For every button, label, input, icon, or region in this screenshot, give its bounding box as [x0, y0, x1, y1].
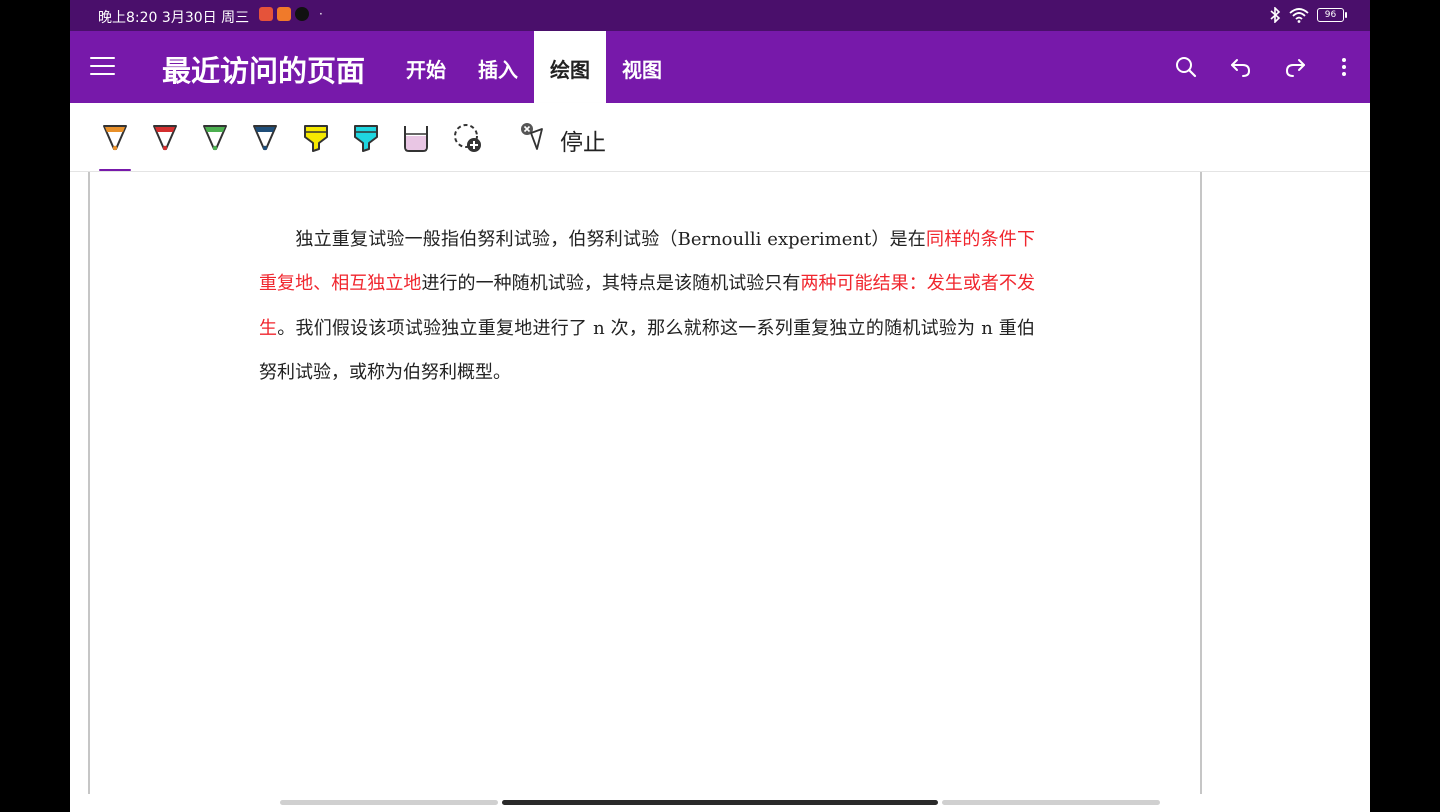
highlighter-cyan-icon[interactable]: [351, 121, 381, 155]
search-icon[interactable]: [1174, 55, 1198, 79]
status-right: 96: [1269, 7, 1347, 23]
text-segment: 进行的一种随机试验，其特点是该随机试验只有: [421, 273, 801, 295]
bluetooth-icon: [1270, 7, 1281, 23]
text-segment: 独立重复试验一般指伯努利试验，伯努利试验（Bernoulli experimen…: [295, 229, 926, 250]
notification-app-icon: [277, 7, 291, 21]
status-bar: 晚上8:20 3月30日 周三 · 96: [70, 0, 1370, 31]
more-icon[interactable]: [1332, 55, 1356, 79]
tab-start[interactable]: 开始: [396, 31, 456, 103]
draw-toolbar: 停止: [70, 103, 1370, 172]
tab-draw[interactable]: 绘图: [534, 31, 606, 103]
note-paragraph[interactable]: 独立重复试验一般指伯努利试验，伯努利试验（Bernoulli experimen…: [259, 218, 1035, 396]
pen-orange-icon[interactable]: [100, 121, 130, 155]
page-title: 最近访问的页面: [162, 54, 366, 88]
highlighter-yellow-icon[interactable]: [301, 121, 331, 155]
pen-green-icon[interactable]: [200, 121, 230, 155]
wifi-icon: [1289, 8, 1309, 23]
pen-red-icon[interactable]: [150, 121, 180, 155]
menu-icon[interactable]: [90, 57, 115, 77]
page-border: [88, 172, 90, 794]
text-segment: 。我们假设该项试验独立重复地进行了 n 次，那么就称这一系列重复独立的随机试验为…: [259, 317, 1035, 384]
status-app-icons: ·: [259, 7, 323, 21]
status-dot: ·: [319, 7, 323, 21]
tiktok-icon: [295, 7, 309, 21]
gesture-bar-handle[interactable]: [502, 800, 938, 805]
onenote-app: 晚上8:20 3月30日 周三 · 96 最近访问的页面 开始 插入 绘图 视图: [70, 0, 1370, 812]
page-border: [1200, 172, 1202, 794]
tab-insert[interactable]: 插入: [468, 31, 528, 103]
app-header: 最近访问的页面 开始 插入 绘图 视图: [70, 31, 1370, 103]
gesture-bar-right: [942, 800, 1160, 805]
pen-navy-icon[interactable]: [250, 121, 280, 155]
status-time: 晚上8:20 3月30日 周三: [98, 10, 250, 26]
stop-lasso-icon[interactable]: [518, 121, 548, 155]
battery-indicator: 96: [1317, 8, 1347, 22]
tab-view[interactable]: 视图: [612, 31, 672, 103]
selected-pen-indicator: [99, 169, 131, 171]
stop-label[interactable]: 停止: [560, 123, 606, 157]
redo-icon[interactable]: [1283, 55, 1307, 79]
note-canvas[interactable]: 独立重复试验一般指伯努利试验，伯努利试验（Bernoulli experimen…: [70, 172, 1370, 812]
gesture-bar-left: [280, 800, 498, 805]
notification-app-icon: [259, 7, 273, 21]
highlighter-pink-icon[interactable]: [401, 121, 431, 155]
add-pen-icon[interactable]: [452, 121, 482, 155]
undo-icon[interactable]: [1229, 55, 1253, 79]
paragraph-indent: [259, 229, 295, 250]
